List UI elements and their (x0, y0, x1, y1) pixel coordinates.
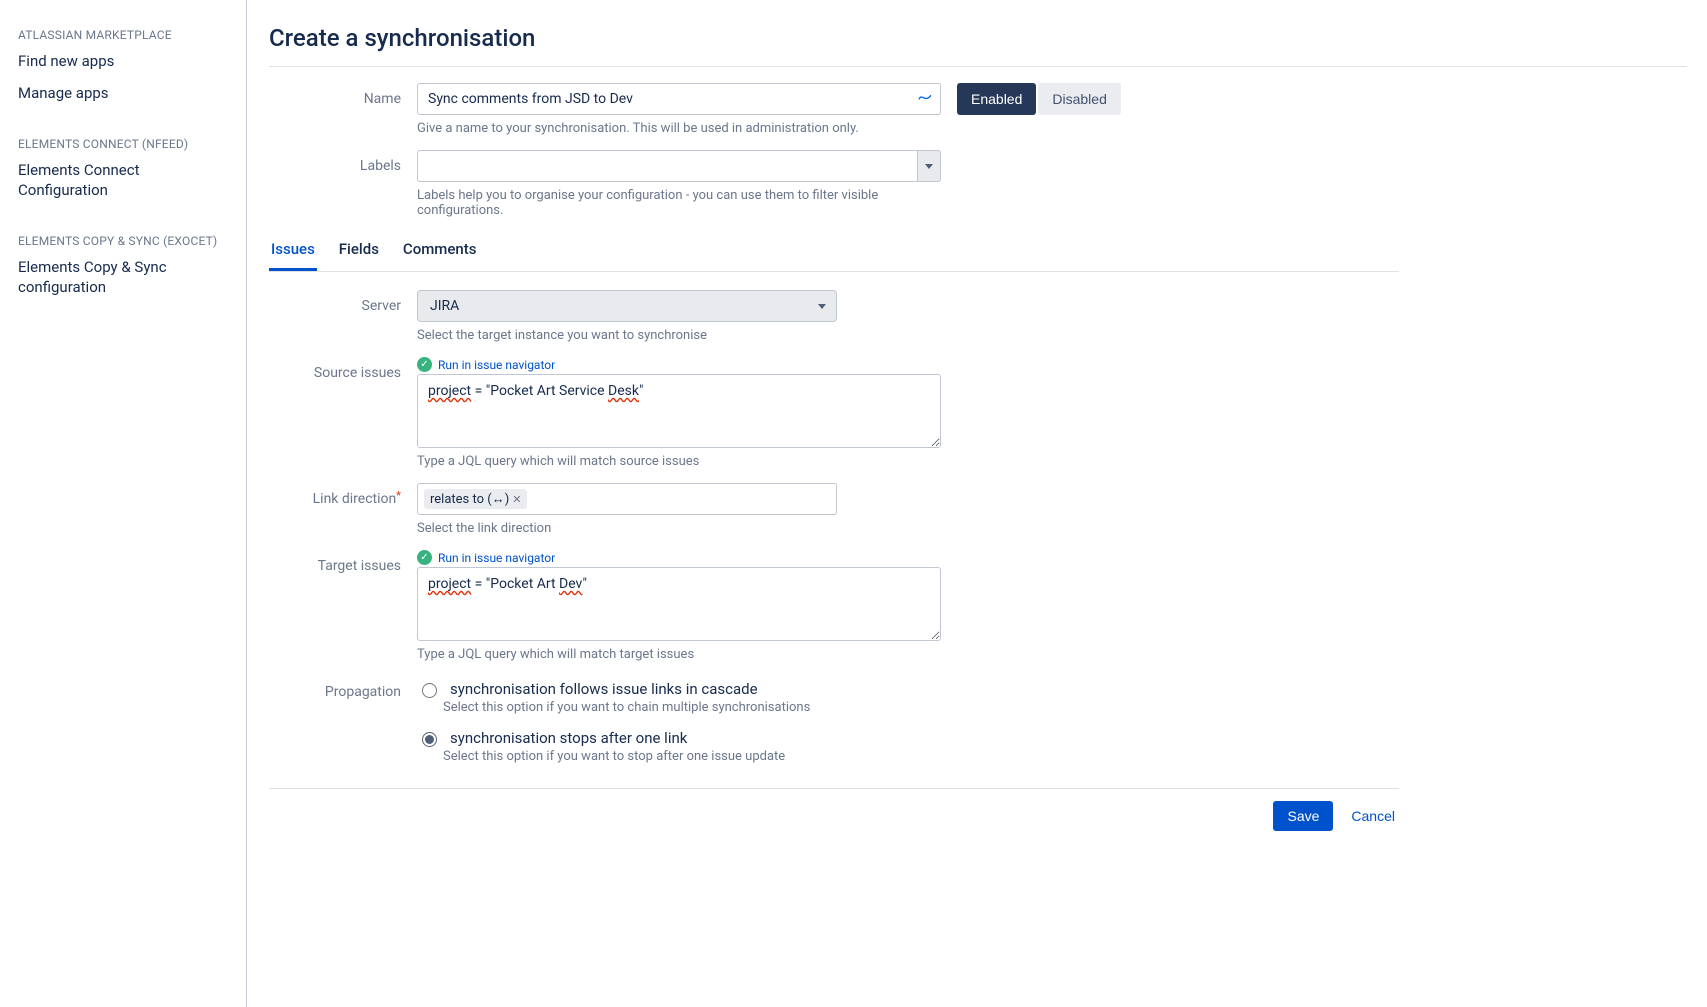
chevron-down-icon (925, 164, 933, 169)
enabled-toggle-group: Enabled Disabled (957, 83, 1121, 115)
tabs: Issues Fields Comments (269, 232, 1399, 272)
labels-helper: Labels help you to organise your configu… (417, 188, 957, 218)
target-issues-label: Target issues (269, 550, 417, 574)
check-circle-icon: ✓ (417, 550, 432, 565)
sidebar-section-title: ELEMENTS COPY & SYNC (EXOCET) (0, 224, 246, 252)
propagation-label: Propagation (269, 676, 417, 700)
propagation-option-label: synchronisation follows issue links in c… (450, 680, 758, 698)
propagation-radio-cascade[interactable] (422, 683, 437, 698)
name-input[interactable] (417, 83, 941, 115)
source-issues-label: Source issues (269, 357, 417, 381)
server-select-value: JIRA (430, 298, 459, 314)
source-run-in-navigator-link[interactable]: Run in issue navigator (438, 358, 555, 372)
target-run-in-navigator-link[interactable]: Run in issue navigator (438, 551, 555, 565)
cancel-button[interactable]: Cancel (1347, 801, 1399, 831)
sidebar-item-elements-connect-config[interactable]: Elements Connect Configuration (0, 155, 246, 206)
sidebar-item-find-new-apps[interactable]: Find new apps (0, 46, 246, 78)
disabled-button[interactable]: Disabled (1038, 83, 1120, 115)
server-label: Server (269, 290, 417, 314)
link-direction-input[interactable]: relates to (↔) ✕ (417, 483, 837, 515)
link-direction-helper: Select the link direction (417, 521, 957, 536)
sidebar-section-title: ELEMENTS CONNECT (NFEED) (0, 127, 246, 155)
propagation-radio-stop[interactable] (422, 732, 437, 747)
link-direction-chip: relates to (↔) ✕ (424, 489, 527, 509)
tab-fields[interactable]: Fields (337, 232, 381, 271)
save-button[interactable]: Save (1273, 801, 1333, 831)
labels-label: Labels (269, 150, 417, 174)
propagation-option-help: Select this option if you want to chain … (443, 700, 957, 715)
divider (269, 66, 1687, 67)
source-jql-helper: Type a JQL query which will match source… (417, 454, 957, 469)
chip-remove-icon[interactable]: ✕ (512, 493, 521, 506)
server-helper: Select the target instance you want to s… (417, 328, 957, 343)
server-select[interactable]: JIRA (417, 290, 837, 322)
sidebar-item-elements-copy-sync-config[interactable]: Elements Copy & Sync configuration (0, 252, 246, 303)
tab-issues[interactable]: Issues (269, 232, 317, 271)
tab-comments[interactable]: Comments (401, 232, 479, 271)
autofill-icon (917, 90, 933, 110)
propagation-option-help: Select this option if you want to stop a… (443, 749, 957, 764)
chevron-down-icon (818, 304, 826, 309)
sidebar: ATLASSIAN MARKETPLACE Find new apps Mana… (0, 0, 247, 1007)
target-jql-helper: Type a JQL query which will match target… (417, 647, 957, 662)
enabled-button[interactable]: Enabled (957, 83, 1036, 115)
footer: Save Cancel (269, 788, 1399, 855)
labels-input[interactable] (417, 150, 917, 182)
name-helper: Give a name to your synchronisation. Thi… (417, 121, 941, 136)
propagation-option-label: synchronisation stops after one link (450, 729, 687, 747)
sidebar-section-title: ATLASSIAN MARKETPLACE (0, 18, 246, 46)
page-title: Create a synchronisation (269, 24, 1687, 52)
check-circle-icon: ✓ (417, 357, 432, 372)
link-direction-label: Link direction (269, 483, 417, 507)
name-label: Name (269, 83, 417, 107)
labels-dropdown-button[interactable] (917, 150, 941, 182)
source-jql-textarea[interactable]: project = "Pocket Art Service Desk" (417, 374, 941, 448)
sidebar-item-manage-apps[interactable]: Manage apps (0, 78, 246, 110)
target-jql-textarea[interactable]: project = "Pocket Art Dev" (417, 567, 941, 641)
main-content: Create a synchronisation Name (247, 0, 1707, 1007)
